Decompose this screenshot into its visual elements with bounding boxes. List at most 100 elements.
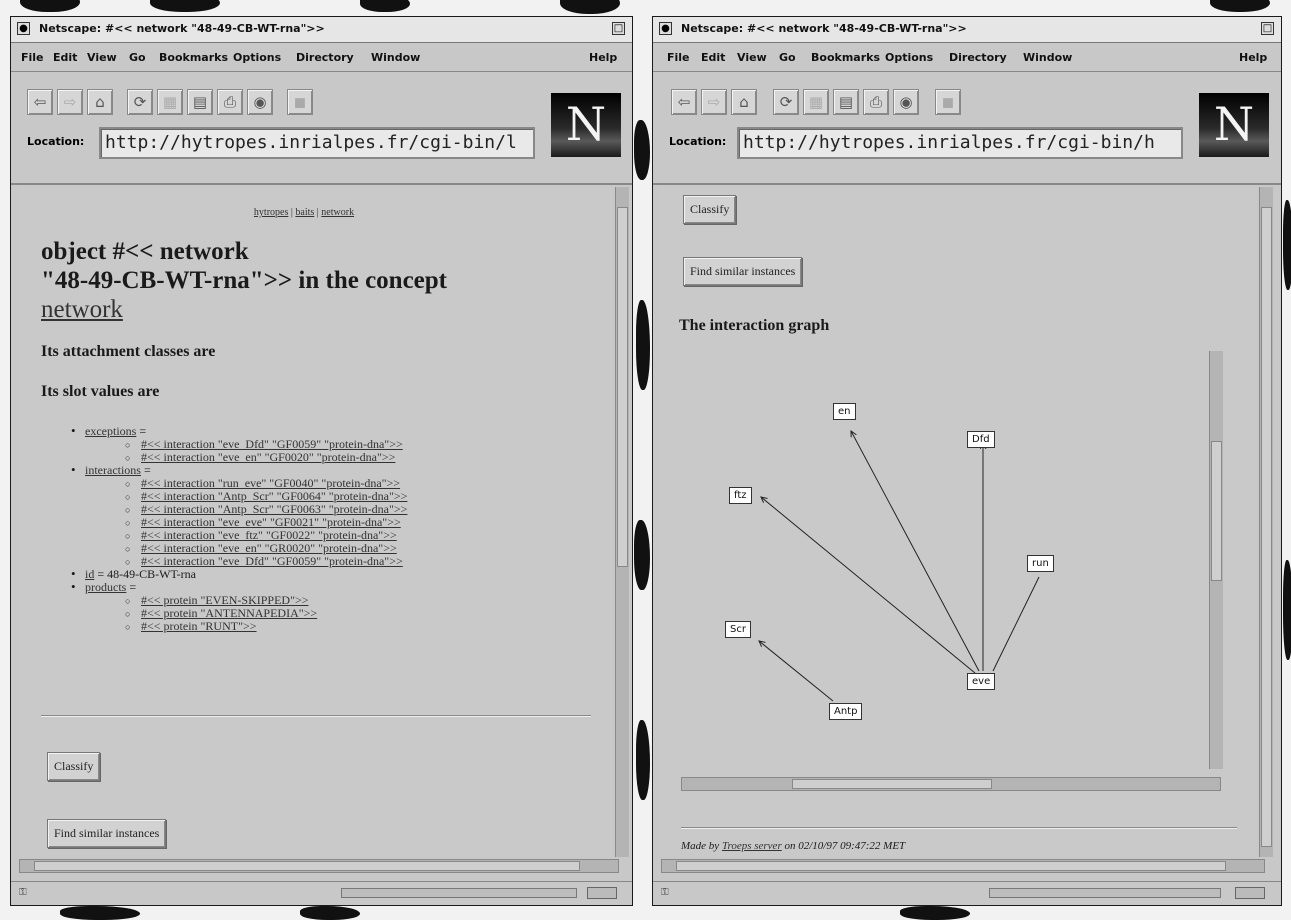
interaction-link[interactable]: #<< interaction "eve_en" "GR0020" "prote… (141, 541, 397, 555)
window-menu-icon[interactable]: ● (17, 22, 30, 35)
id-link[interactable]: id (85, 567, 94, 581)
reload-icon[interactable]: ⟳ (773, 89, 799, 115)
toolbar: ⇦ ⇨ ⌂ ⟳ ▦ ▤ ⎙ ◉ ◼ N Location: http://hyt… (11, 73, 632, 185)
stop-icon[interactable]: ◼ (287, 89, 313, 115)
title-bar[interactable]: ● Netscape: #<< network "48-49-CB-WT-rna… (653, 17, 1281, 43)
location-field[interactable]: http://hytropes.inrialpes.fr/cgi-bin/h (737, 127, 1183, 159)
images-icon[interactable]: ▦ (157, 89, 183, 115)
print-icon[interactable]: ⎙ (217, 89, 243, 115)
graph-node-ftz[interactable]: ftz (729, 487, 752, 504)
interaction-link[interactable]: #<< interaction "Antp_Scr" "GF0063" "pro… (141, 502, 407, 516)
interaction-link[interactable]: #<< interaction "eve_eve" "GF0021" "prot… (141, 515, 401, 529)
title-bar[interactable]: ● Netscape: #<< network "48-49-CB-WT-rna… (11, 17, 632, 43)
menu-file[interactable]: File (21, 51, 44, 64)
classify-button[interactable]: Classify (47, 752, 101, 781)
slot-products: products = #<< protein "EVEN-SKIPPED">> … (69, 580, 407, 634)
graph-edges (681, 351, 1040, 702)
menu-directory[interactable]: Directory (296, 51, 354, 64)
exceptions-link[interactable]: exceptions (85, 424, 136, 438)
menu-window[interactable]: Window (371, 51, 420, 64)
product-link[interactable]: #<< protein "ANTENNAPEDIA">> (141, 606, 317, 620)
scroll-thumb[interactable] (1211, 441, 1222, 581)
menu-view[interactable]: View (87, 51, 117, 64)
graph-vertical-scrollbar[interactable] (1209, 351, 1223, 769)
exception-link[interactable]: #<< interaction "eve_Dfd" "GF0059" "prot… (141, 437, 403, 451)
page-title: object #<< network "48-49-CB-WT-rna">> i… (41, 237, 601, 324)
find-similar-button[interactable]: Find similar instances (47, 819, 167, 848)
horizontal-scrollbar[interactable] (661, 859, 1265, 873)
breadcrumb-network[interactable]: network (321, 207, 354, 218)
location-field[interactable]: http://hytropes.inrialpes.fr/cgi-bin/l (99, 127, 535, 159)
footer-link[interactable]: Troeps server (722, 840, 782, 852)
progress-bar (341, 888, 577, 898)
images-icon[interactable]: ▦ (803, 89, 829, 115)
interaction-link[interactable]: #<< interaction "eve_Dfd" "GF0059" "prot… (141, 554, 403, 568)
interactions-link[interactable]: interactions (85, 463, 141, 477)
menu-help[interactable]: Help (1239, 51, 1267, 64)
products-link[interactable]: products (85, 580, 126, 594)
graph-applet[interactable]: en Dfd ftz run Scr eve Antp (681, 351, 1229, 806)
menu-window[interactable]: Window (1023, 51, 1072, 64)
scroll-thumb[interactable] (792, 779, 992, 789)
menu-bookmarks[interactable]: Bookmarks (811, 51, 880, 64)
vertical-scrollbar[interactable] (615, 187, 629, 857)
menu-file[interactable]: File (667, 51, 690, 64)
stop-icon[interactable]: ◼ (935, 89, 961, 115)
menu-edit[interactable]: Edit (701, 51, 725, 64)
menu-go[interactable]: Go (779, 51, 796, 64)
maximize-icon[interactable]: □ (1261, 22, 1274, 35)
home-icon[interactable]: ⌂ (731, 89, 757, 115)
open-icon[interactable]: ▤ (833, 89, 859, 115)
menu-go[interactable]: Go (129, 51, 146, 64)
interaction-link[interactable]: #<< interaction "eve_ftz" "GF0022" "prot… (141, 528, 397, 542)
graph-node-scr[interactable]: Scr (725, 621, 751, 638)
breadcrumb-baits[interactable]: baits (295, 207, 314, 218)
back-icon[interactable]: ⇦ (27, 89, 53, 115)
scroll-thumb[interactable] (676, 861, 1226, 871)
status-bar: ⚿ (653, 881, 1281, 905)
maximize-icon[interactable]: □ (612, 22, 625, 35)
scroll-thumb[interactable] (617, 207, 628, 567)
slot-heading: Its slot values are (41, 383, 160, 400)
menu-options[interactable]: Options (885, 51, 933, 64)
find-icon[interactable]: ◉ (893, 89, 919, 115)
breadcrumb-hytropes[interactable]: hytropes (254, 207, 288, 218)
interaction-link[interactable]: #<< interaction "run_eve" "GF0040" "prot… (141, 476, 400, 490)
menu-bookmarks[interactable]: Bookmarks (159, 51, 228, 64)
back-icon[interactable]: ⇦ (671, 89, 697, 115)
exception-link[interactable]: #<< interaction "eve_en" "GF0020" "prote… (141, 450, 395, 464)
menu-directory[interactable]: Directory (949, 51, 1007, 64)
menu-edit[interactable]: Edit (53, 51, 77, 64)
graph-node-antp[interactable]: Antp (829, 703, 863, 720)
forward-icon[interactable]: ⇨ (701, 89, 727, 115)
graph-node-run[interactable]: run (1027, 555, 1054, 572)
menu-view[interactable]: View (737, 51, 767, 64)
find-icon[interactable]: ◉ (247, 89, 273, 115)
graph-node-dfd[interactable]: Dfd (967, 431, 995, 448)
horizontal-scrollbar[interactable] (19, 859, 619, 873)
menu-help[interactable]: Help (589, 51, 617, 64)
scroll-thumb[interactable] (1261, 207, 1272, 847)
product-link[interactable]: #<< protein "EVEN-SKIPPED">> (141, 593, 309, 607)
window-menu-icon[interactable]: ● (659, 22, 672, 35)
scroll-thumb[interactable] (34, 861, 580, 871)
find-similar-button[interactable]: Find similar instances (683, 257, 803, 286)
menu-options[interactable]: Options (233, 51, 281, 64)
graph-horizontal-scrollbar[interactable] (681, 777, 1221, 791)
interaction-link[interactable]: #<< interaction "Antp_Scr" "GF0064" "pro… (141, 489, 407, 503)
graph-node-en[interactable]: en (833, 403, 856, 420)
concept-link[interactable]: network (41, 295, 601, 324)
home-icon[interactable]: ⌂ (87, 89, 113, 115)
mail-icon[interactable] (1235, 887, 1265, 899)
open-icon[interactable]: ▤ (187, 89, 213, 115)
edge-eve-ftz (761, 497, 976, 674)
graph-node-eve[interactable]: eve (967, 673, 996, 690)
edge-antp-scr (759, 641, 834, 702)
classify-button[interactable]: Classify (683, 195, 737, 224)
reload-icon[interactable]: ⟳ (127, 89, 153, 115)
mail-icon[interactable] (587, 887, 617, 899)
product-link[interactable]: #<< protein "RUNT">> (141, 619, 257, 633)
forward-icon[interactable]: ⇨ (57, 89, 83, 115)
print-icon[interactable]: ⎙ (863, 89, 889, 115)
vertical-scrollbar[interactable] (1259, 187, 1273, 857)
